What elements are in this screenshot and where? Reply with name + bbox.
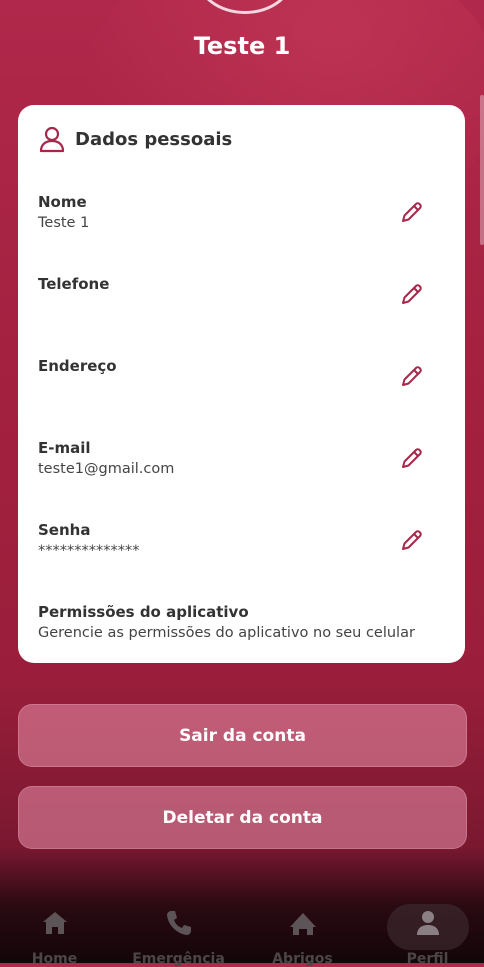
- card-header: Dados pessoais: [38, 125, 232, 153]
- app-permissions-item[interactable]: Permissões do aplicativo Gerencie as per…: [38, 603, 445, 643]
- scrollbar[interactable]: [480, 95, 484, 245]
- nav-label: Home: [31, 951, 78, 967]
- user-icon: [39, 126, 65, 153]
- phone-icon: [166, 911, 191, 935]
- card-title: Dados pessoais: [75, 128, 233, 150]
- field-value: **************: [38, 543, 140, 559]
- field-value: [38, 379, 445, 397]
- nav-label: Abrigos: [272, 951, 333, 967]
- field-value: Teste 1: [38, 215, 90, 231]
- edit-name-button[interactable]: [399, 199, 425, 225]
- nav-item-emergency[interactable]: Emergência: [118, 895, 239, 967]
- field-password: Senha **************: [38, 521, 445, 561]
- field-address: Endereço: [38, 357, 445, 397]
- home-icon: [42, 912, 67, 934]
- person-icon: [416, 911, 439, 935]
- field-email: E-mail teste1@gmail.com: [38, 439, 445, 479]
- field-phone: Telefone: [38, 275, 445, 315]
- nav-item-shelters[interactable]: Abrigos: [242, 895, 363, 967]
- personal-data-card: Dados pessoais Nome Teste 1 Telefone End…: [18, 105, 465, 663]
- edit-password-button[interactable]: [399, 527, 425, 553]
- edit-email-button[interactable]: [399, 445, 425, 471]
- pencil-icon: [402, 284, 422, 304]
- field-label: Endereço: [38, 357, 117, 375]
- pencil-icon: [402, 448, 422, 468]
- profile-name: Teste 1: [193, 32, 291, 60]
- field-label: Telefone: [38, 275, 110, 293]
- field-value: teste1@gmail.com: [38, 461, 175, 477]
- shelter-icon: [289, 913, 316, 935]
- logout-button[interactable]: Sair da conta: [18, 704, 467, 767]
- edit-phone-button[interactable]: [399, 281, 425, 307]
- pencil-icon: [402, 530, 422, 550]
- nav-label: Emergência: [132, 951, 225, 967]
- field-label: Nome: [38, 193, 87, 211]
- pencil-icon: [402, 202, 422, 222]
- field-label: Senha: [38, 521, 91, 539]
- field-value: [38, 297, 445, 315]
- nav-item-profile[interactable]: Perfil: [367, 895, 484, 967]
- pencil-icon: [402, 366, 422, 386]
- field-label: E-mail: [38, 439, 91, 457]
- bottom-nav: Home Emergência Abrigos Perfil: [0, 895, 484, 967]
- field-name: Nome Teste 1: [38, 193, 445, 233]
- edit-address-button[interactable]: [399, 363, 425, 389]
- nav-item-home[interactable]: Home: [0, 895, 115, 967]
- nav-label: Perfil: [406, 951, 449, 967]
- field-label: Permissões do aplicativo: [38, 603, 249, 621]
- delete-account-button[interactable]: Deletar da conta: [18, 786, 467, 849]
- field-value: Gerencie as permissões do aplicativo no …: [38, 625, 415, 641]
